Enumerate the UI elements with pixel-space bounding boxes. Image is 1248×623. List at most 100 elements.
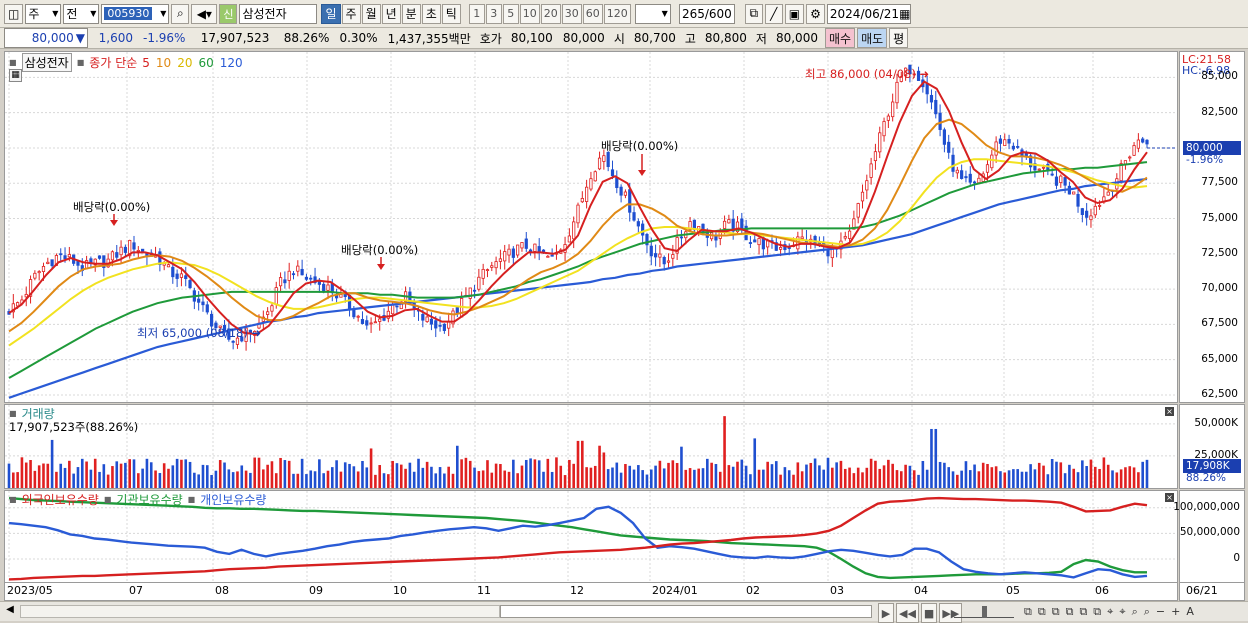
candle-body xyxy=(597,157,602,170)
candle-body xyxy=(576,204,580,224)
candle-body xyxy=(960,170,964,179)
eval-button[interactable]: 평 xyxy=(889,28,909,48)
legend-stock-name[interactable]: 삼성전자 xyxy=(21,53,72,72)
period-select[interactable]: 주 ▼ xyxy=(25,3,62,24)
split-icon[interactable]: ⧉ xyxy=(744,3,763,24)
stock-name-field[interactable]: 삼성전자 xyxy=(239,3,318,24)
zoom-slider-handle[interactable] xyxy=(982,606,987,618)
volume-bar xyxy=(279,457,282,488)
interval-tab[interactable]: 초 xyxy=(421,3,441,24)
candle-body xyxy=(722,220,727,229)
cursor-icon[interactable]: ⌖ xyxy=(1119,605,1125,619)
ma-period-label[interactable]: 10 xyxy=(156,56,171,70)
volume-bar xyxy=(175,458,179,488)
minute-tab[interactable]: 5 xyxy=(502,3,519,24)
interval-tab[interactable]: 주 xyxy=(341,3,361,24)
date-field[interactable]: 2024/06/21 ▦ xyxy=(826,3,911,24)
ma-period-label[interactable]: 60 xyxy=(198,56,213,70)
minute-dropdown[interactable]: ▼ xyxy=(634,3,671,24)
grid-toggle-icon[interactable]: ▦ xyxy=(9,69,22,82)
holdings-line xyxy=(8,496,1148,581)
layout-icon[interactable]: ⧉ xyxy=(1093,605,1101,619)
zoom-icon[interactable]: ⌕ xyxy=(1132,605,1138,619)
bottom-scrollbar[interactable]: ◀ ▶ ◀◀ ■ ▶▶ ⧉ ⧉ ⧉ ⧉ ⧉ ⧉ ⌖ ⌖ ⌕ ⌕ − + A xyxy=(0,601,1248,623)
stop-icon[interactable]: ■ xyxy=(920,603,938,623)
candle-body xyxy=(511,248,515,258)
price-tick-label: 82,500 xyxy=(1201,105,1238,118)
gear-icon[interactable]: ⚙ xyxy=(806,3,825,24)
ma-period-label[interactable]: 5 xyxy=(142,56,150,70)
chart-settings-icon[interactable]: ◫ xyxy=(4,3,24,24)
volume-bar xyxy=(1029,464,1032,488)
minute-tab[interactable]: 30 xyxy=(561,3,582,24)
minute-tab[interactable]: 20 xyxy=(540,3,561,24)
volume-axis[interactable]: 50,000K 25,000K 17,908K 88.26% xyxy=(1179,404,1245,489)
count-field[interactable]: 265/600 xyxy=(678,3,735,24)
playback-controls: ▶ ◀◀ ■ ▶▶ xyxy=(878,603,963,623)
play-icon[interactable]: ▶ xyxy=(878,603,894,623)
layout-icon[interactable]: ⧉ xyxy=(1052,605,1060,619)
layout-icon[interactable]: ⧉ xyxy=(1024,605,1032,619)
minute-tab[interactable]: 10 xyxy=(519,3,540,24)
zoom-out-icon[interactable]: − xyxy=(1156,605,1165,619)
buy-button[interactable]: 매수 xyxy=(824,28,856,48)
holdings-series-label[interactable]: 외국인보유수량 xyxy=(22,491,99,508)
holdings-series-label[interactable]: 기관보유수량 xyxy=(116,491,182,508)
volume-bar xyxy=(188,461,192,488)
stock-code-input[interactable]: 005930 ▼ xyxy=(101,3,170,24)
minute-tab[interactable]: 120 xyxy=(603,3,631,24)
interval-tab[interactable]: 월 xyxy=(361,3,381,24)
scroll-track[interactable] xyxy=(20,605,500,618)
volume-bar xyxy=(1089,459,1093,488)
volume-bar xyxy=(762,469,765,488)
price-chart-panel[interactable]: ■ 삼성전자 ■ 종가 단순 5 10 20 60 120 ▦ 최고 86,000 (0… xyxy=(4,51,1178,403)
speaker-icon[interactable]: ◀▾ xyxy=(191,3,218,24)
rewind-icon[interactable]: ◀◀ xyxy=(896,603,919,623)
candle-body xyxy=(1132,145,1136,156)
interval-tab[interactable]: 년 xyxy=(381,3,401,24)
holdings-axis[interactable]: 100,000,000 50,000,000 0 xyxy=(1173,490,1245,583)
layout-icon[interactable]: ⧉ xyxy=(1038,605,1046,619)
ma-label[interactable]: 종가 단순 xyxy=(89,54,137,71)
candle-body xyxy=(132,242,136,250)
candle-body xyxy=(860,191,865,202)
zoom-icon[interactable]: ⌕ xyxy=(1144,605,1150,619)
volume-panel[interactable]: ■ 거래량 17,907,523주(88.26%) × xyxy=(4,404,1178,489)
volume-bar xyxy=(645,474,649,488)
new-badge: 신 xyxy=(219,3,238,24)
interval-tab[interactable]: 틱 xyxy=(441,3,461,24)
scroll-left-icon[interactable]: ◀ xyxy=(3,604,17,619)
minute-tab[interactable]: 60 xyxy=(582,3,603,24)
volume-chart[interactable] xyxy=(5,405,1177,488)
interval-tab[interactable]: 분 xyxy=(401,3,421,24)
interval-tab[interactable]: 일 xyxy=(321,3,341,24)
layout-icon[interactable]: ⧉ xyxy=(1066,605,1074,619)
close-icon[interactable]: × xyxy=(1165,407,1174,416)
candle-body xyxy=(615,177,619,189)
sell-button[interactable]: 매도 xyxy=(857,28,888,48)
holdings-panel[interactable]: ■ 외국인보유수량 ■ 기관보유수량 ■ 개인보유수량 × xyxy=(4,490,1178,583)
scroll-thumb[interactable] xyxy=(500,605,872,618)
zoom-slider[interactable] xyxy=(954,604,1014,618)
minute-tab[interactable]: 3 xyxy=(485,3,502,24)
market-select[interactable]: 전 ▼ xyxy=(63,3,100,24)
stock-code-value: 005930 xyxy=(104,7,153,20)
volume-bar xyxy=(654,465,657,488)
price-axis[interactable]: LC:21.58 HC:-6.98 85,00082,50080,00077,5… xyxy=(1179,51,1245,403)
ma-period-label[interactable]: 20 xyxy=(177,56,192,70)
ma-period-label[interactable]: 120 xyxy=(220,56,243,70)
minute-tab[interactable]: 1 xyxy=(468,3,485,24)
price-chart[interactable] xyxy=(5,52,1177,402)
volume-bar xyxy=(878,468,882,488)
draw-tool-icon[interactable]: ╱ xyxy=(764,3,783,24)
save-icon[interactable]: ▣ xyxy=(784,3,805,24)
holdings-series-label[interactable]: 개인보유수량 xyxy=(200,491,266,508)
dividend-arrow-head xyxy=(638,170,646,176)
volume-bar xyxy=(960,470,963,488)
zoom-in-icon[interactable]: + xyxy=(1171,605,1180,619)
volume-bar xyxy=(124,462,127,488)
text-size-icon[interactable]: A xyxy=(1186,605,1194,619)
search-icon[interactable]: ⌕ xyxy=(171,3,190,24)
layout-icon[interactable]: ⧉ xyxy=(1079,605,1087,619)
cursor-icon[interactable]: ⌖ xyxy=(1107,605,1113,619)
